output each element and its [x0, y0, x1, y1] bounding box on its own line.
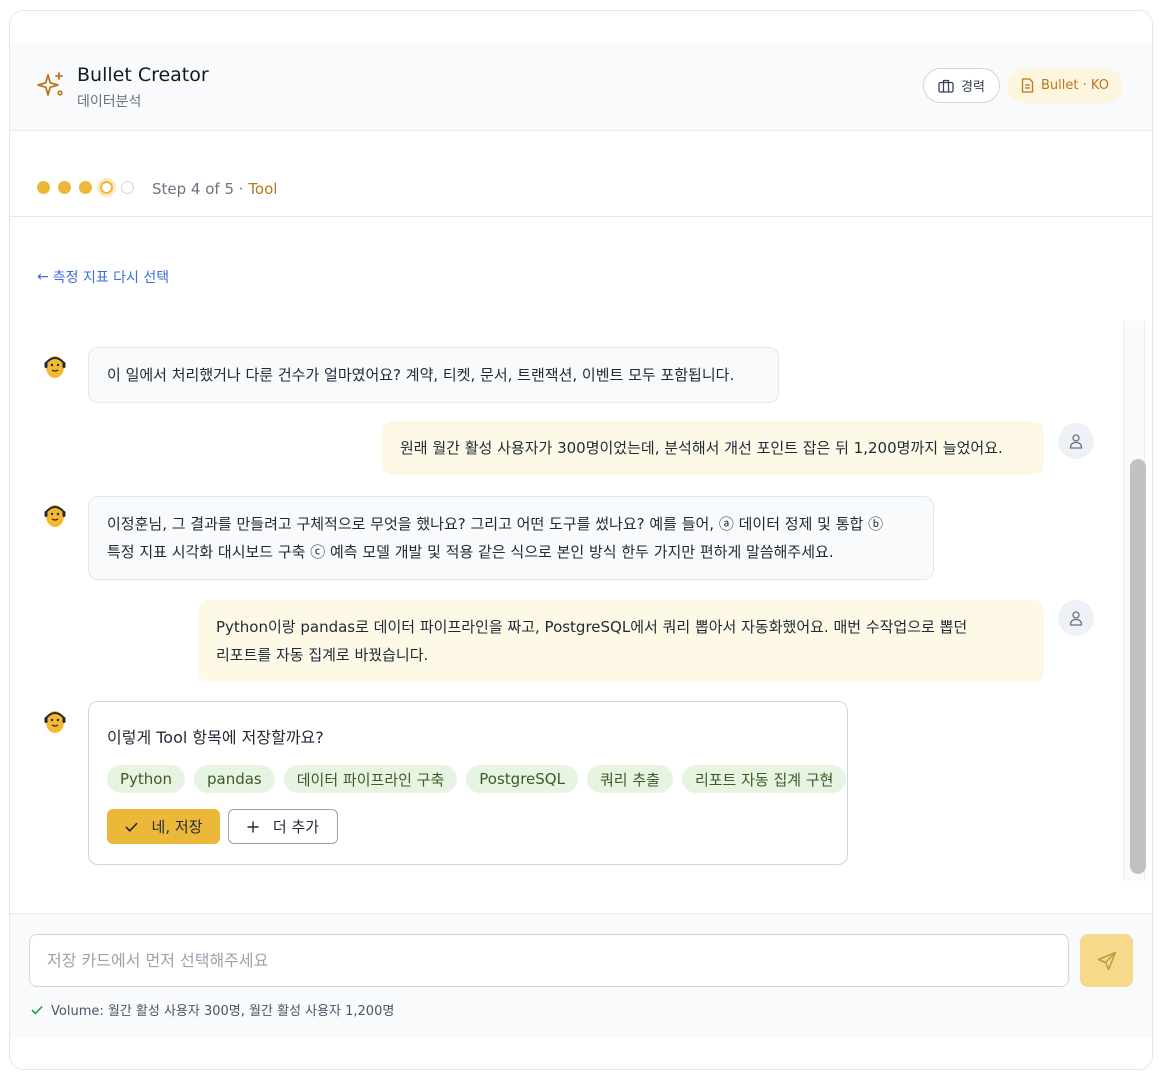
- tool-tag: PostgreSQL: [466, 765, 578, 793]
- chat-area: 이 일에서 처리했거나 다룬 건수가 얼마였어요? 계약, 티켓, 문서, 트랜…: [10, 321, 1124, 881]
- bot-avatar-icon: [44, 711, 66, 733]
- tool-tags: Python pandas 데이터 파이프라인 구축 PostgreSQL 쿼리…: [107, 765, 847, 793]
- add-more-button[interactable]: 더 추가: [228, 809, 338, 844]
- user-icon: [1069, 434, 1083, 449]
- app-window: Bullet Creator 데이터분석 경력 Bullet · KO Step…: [9, 10, 1153, 1070]
- save-button[interactable]: 네, 저장: [107, 809, 220, 844]
- plus-icon: [247, 821, 259, 832]
- back-link-label: 측정 지표 다시 선택: [52, 270, 170, 286]
- bullet-chip[interactable]: Bullet · KO: [1007, 68, 1123, 103]
- tool-tag: 쿼리 추출: [586, 765, 673, 793]
- user-avatar: [1058, 423, 1094, 459]
- chat-scrollbar[interactable]: [1123, 321, 1146, 881]
- career-chip[interactable]: 경력: [923, 68, 1000, 103]
- bot-avatar-icon: [44, 356, 66, 378]
- bot-message-1: 이 일에서 처리했거나 다룬 건수가 얼마였어요? 계약, 티켓, 문서, 트랜…: [88, 347, 779, 403]
- user-icon: [1069, 611, 1083, 626]
- send-button[interactable]: [1080, 934, 1133, 987]
- step-dot-2: [58, 181, 71, 194]
- confirm-save-card: 이렇게 Tool 항목에 저장할까요? Python pandas 데이터 파이…: [88, 701, 848, 865]
- add-more-button-label: 더 추가: [272, 818, 320, 836]
- briefcase-icon: [938, 79, 954, 93]
- bot-avatar-icon: [44, 505, 66, 527]
- user-message-1: 원래 월간 활성 사용자가 300명이었는데, 분석해서 개선 포인트 잡은 뒤…: [382, 421, 1044, 475]
- tool-tag: 리포트 자동 집계 구현: [681, 765, 847, 793]
- chat-scrollbar-thumb[interactable]: [1130, 459, 1146, 874]
- app-title: Bullet Creator: [77, 64, 209, 86]
- send-icon: [1097, 951, 1116, 970]
- arrow-left-icon: ←: [37, 269, 49, 285]
- step-dot-5: [121, 181, 134, 194]
- message-input[interactable]: [29, 934, 1069, 987]
- user-avatar: [1058, 600, 1094, 636]
- tool-tag: pandas: [194, 765, 275, 793]
- confirm-question: 이렇게 Tool 항목에 저장할까요?: [107, 728, 324, 747]
- bullet-chip-label: Bullet · KO: [1041, 78, 1109, 93]
- step-name: Tool: [248, 180, 278, 198]
- step-label: Step 4 of 5 · Tool: [152, 180, 278, 198]
- step-dots: [37, 181, 134, 194]
- career-chip-label: 경력: [961, 80, 985, 95]
- document-icon: [1021, 78, 1034, 93]
- check-icon: [31, 1005, 43, 1015]
- tool-tag: Python: [107, 765, 185, 793]
- tool-tag: 데이터 파이프라인 구축: [283, 765, 458, 793]
- save-button-label: 네, 저장: [151, 818, 203, 836]
- app-subtitle: 데이터분석: [77, 94, 142, 110]
- extracted-note-text: Volume: 월간 활성 사용자 300명, 월간 활성 사용자 1,200명: [51, 1004, 395, 1019]
- step-dot-1: [37, 181, 50, 194]
- header: Bullet Creator 데이터분석 경력 Bullet · KO: [10, 44, 1152, 131]
- user-message-2: Python이랑 pandas로 데이터 파이프라인을 짜고, PostgreS…: [198, 600, 1044, 682]
- bot-message-2: 이정훈님, 그 결과를 만들려고 구체적으로 무엇을 했나요? 그리고 어떤 도…: [88, 496, 934, 580]
- step-dot-4: [100, 181, 113, 194]
- sparkles-icon: [37, 72, 63, 96]
- check-icon: [124, 822, 138, 832]
- step-dot-3: [79, 181, 92, 194]
- extracted-note: Volume: 월간 활성 사용자 300명, 월간 활성 사용자 1,200명: [31, 1000, 394, 1019]
- stepper: Step 4 of 5 · Tool: [10, 131, 1152, 217]
- back-link[interactable]: ← 측정 지표 다시 선택: [37, 267, 169, 287]
- composer: Volume: 월간 활성 사용자 300명, 월간 활성 사용자 1,200명: [10, 913, 1152, 1038]
